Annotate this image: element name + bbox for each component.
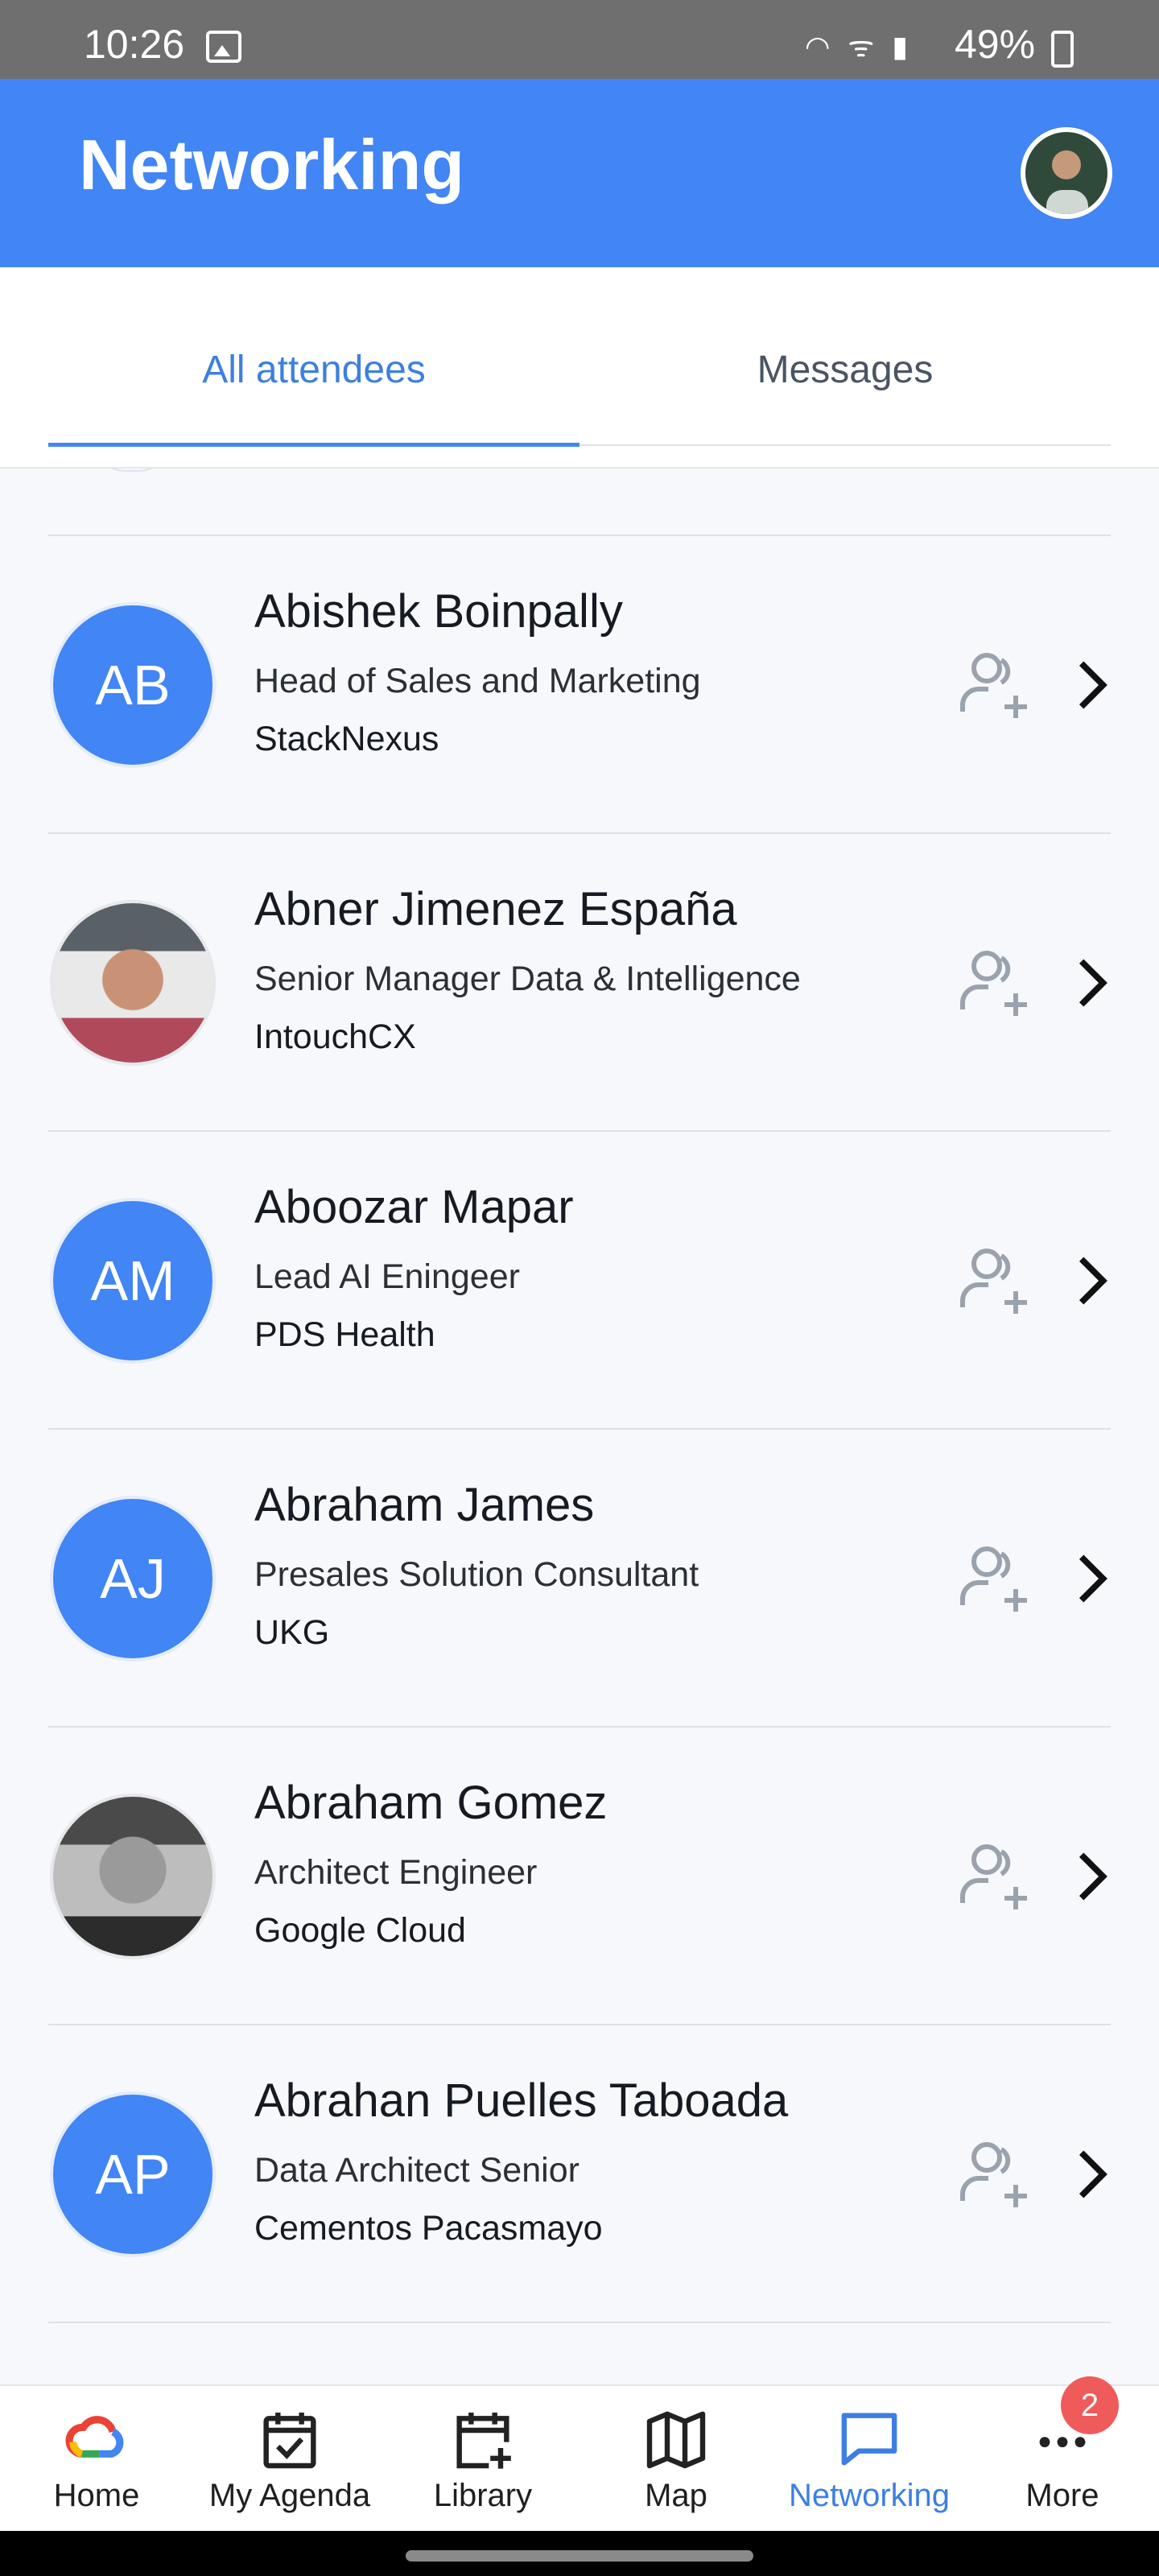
signal-wifi-icons: ◠ ᯤ ▮ [805,30,914,63]
attendee-row[interactable]: AP Abrahan Puelles Taboada Data Architec… [0,2025,1159,2323]
chevron-right-icon[interactable] [1075,1253,1112,1309]
chevron-right-icon[interactable] [1075,1848,1112,1905]
attendee-photo [50,1794,216,1959]
system-nav-bar [0,2531,1159,2576]
tab-all-attendees[interactable]: All attendees [48,348,580,392]
initials-avatar: AJ [50,1496,216,1662]
nav-networking[interactable]: Networking [773,2386,966,2533]
tab-bar: All attendees Messages [0,267,1159,469]
add-connection-icon[interactable] [955,2136,1032,2214]
active-tab-indicator [48,443,580,447]
initials-avatar: AM [50,1198,216,1364]
chevron-right-icon[interactable] [1075,657,1112,713]
profile-avatar[interactable] [1021,127,1112,219]
attendee-company: IntouchCX [254,1018,416,1056]
attendee-name: Abraham James [254,1479,595,1531]
initials-avatar: AB [50,602,216,768]
chevron-right-icon[interactable] [1075,1550,1112,1607]
battery-icon [1051,31,1074,68]
attendee-role: Senior Manager Data & Intelligence [254,960,801,998]
nav-map[interactable]: Map [580,2386,773,2533]
status-time: 10:26 [84,22,185,67]
add-connection-icon[interactable] [955,1541,1032,1618]
tab-messages[interactable]: Messages [580,348,1111,392]
nav-home-label: Home [53,2478,140,2513]
attendee-name: Abrahan Puelles Taboada [254,2074,789,2127]
attendee-role: Head of Sales and Marketing [254,662,701,700]
chat-icon [841,2413,897,2466]
attendee-role: Lead AI Eningeer [254,1257,520,1296]
initials-avatar: AP [50,2091,216,2257]
app-bar: Networking [0,79,1159,267]
attendee-name: Abraham Gomez [254,1777,608,1829]
nav-library[interactable]: Library [386,2386,580,2533]
gallery-notification-icon [206,31,241,63]
add-connection-icon[interactable] [955,1839,1032,1916]
attendee-row[interactable]: AM Aboozar Mapar Lead AI Eningeer PDS He… [0,1132,1159,1430]
bottom-navigation: Home My Agenda Library Map Networking Mo… [0,2384,1159,2531]
nav-networking-label: Networking [788,2478,951,2513]
attendee-name: Abner Jimenez España [254,883,737,935]
attendee-name: Aboozar Mapar [254,1181,574,1233]
attendee-company: Cementos Pacasmayo [254,2209,603,2248]
nav-home[interactable]: Home [0,2386,193,2533]
calendar-check-icon [263,2413,316,2469]
add-connection-icon[interactable] [955,647,1032,724]
attendee-role: Architect Engineer [254,1853,538,1892]
nav-my-agenda[interactable]: My Agenda [193,2386,386,2533]
nav-more-label: More [1025,2478,1099,2513]
divider [48,2322,1111,2323]
attendee-role: Presales Solution Consultant [254,1555,699,1594]
nav-map-label: Map [645,2478,707,2513]
attendee-company: StackNexus [254,720,439,758]
attendee-row[interactable]: Abraham Gomez Architect Engineer Google … [0,1728,1159,2025]
calendar-add-icon [456,2413,511,2469]
previous-avatar-edge [90,469,174,472]
status-bar: 10:26 ◠ ᯤ ▮ 49% [0,0,1159,79]
nav-my-agenda-label: My Agenda [208,2478,371,2513]
attendee-company: UKG [254,1613,330,1652]
attendee-list[interactable]: AB Abishek Boinpally Head of Sales and M… [0,469,1159,2384]
attendee-row[interactable]: AB Abishek Boinpally Head of Sales and M… [0,536,1159,834]
map-icon [646,2411,706,2469]
home-gesture-handle[interactable] [406,2550,753,2562]
tab-track [580,444,1111,446]
attendee-company: Google Cloud [254,1911,466,1950]
add-connection-icon[interactable] [955,945,1032,1022]
attendee-row[interactable]: AJ Abraham James Presales Solution Consu… [0,1430,1159,1728]
chevron-right-icon[interactable] [1075,2146,1112,2202]
attendee-company: PDS Health [254,1315,435,1354]
attendee-name: Abishek Boinpally [254,585,623,638]
page-title: Networking [79,125,465,204]
attendee-row[interactable]: Abner Jimenez España Senior Manager Data… [0,834,1159,1132]
google-cloud-icon [65,2416,124,2458]
add-connection-icon[interactable] [955,1243,1032,1320]
chevron-right-icon[interactable] [1075,955,1112,1011]
attendee-role: Data Architect Senior [254,2151,580,2190]
attendee-photo [50,900,216,1066]
nav-library-label: Library [433,2478,533,2513]
battery-percent: 49% [955,22,1036,67]
notification-badge: 2 [1061,2376,1119,2434]
